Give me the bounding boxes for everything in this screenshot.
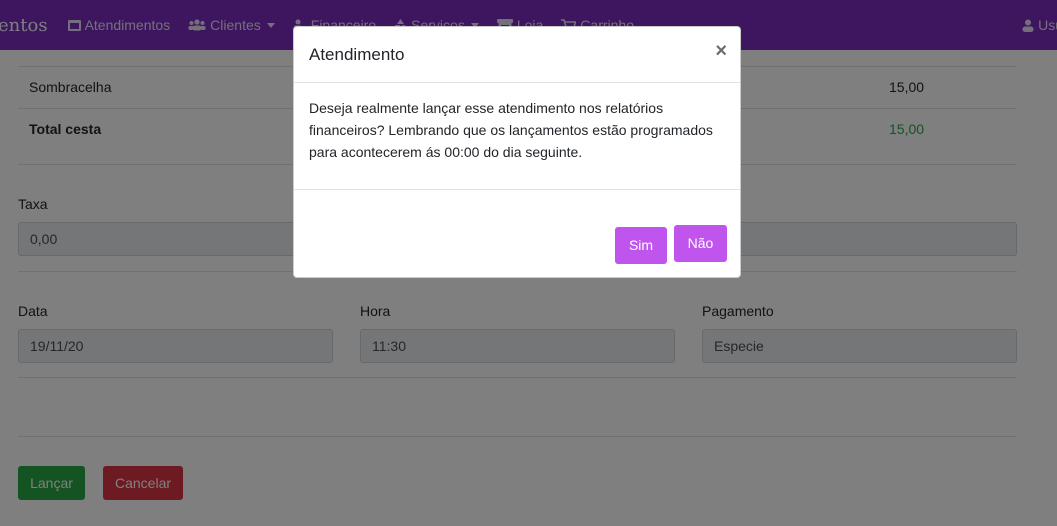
confirm-modal: Atendimento × Deseja realmente lançar es… — [293, 26, 741, 278]
sim-button[interactable]: Sim — [615, 227, 667, 264]
modal-header: Atendimento × — [294, 27, 740, 83]
close-icon[interactable]: × — [715, 41, 727, 61]
modal-footer-divider — [294, 189, 740, 190]
nao-button[interactable]: Não — [674, 225, 727, 262]
modal-message: Deseja realmente lançar esse atendimento… — [309, 100, 713, 160]
modal-title: Atendimento — [309, 45, 405, 64]
